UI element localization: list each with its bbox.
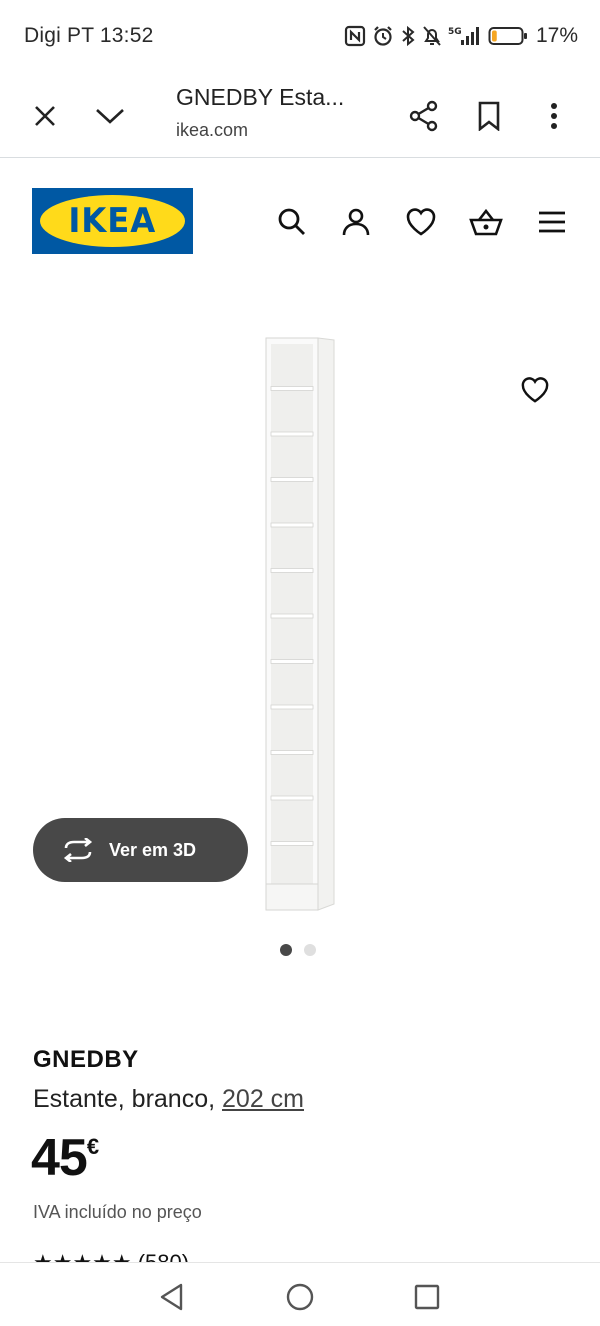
shelf (270, 841, 314, 846)
rotate-3d-icon (61, 838, 95, 862)
back-icon[interactable] (154, 1279, 190, 1315)
pagination-dot[interactable] (280, 944, 292, 956)
svg-text:5G: 5G (448, 27, 462, 37)
battery-icon (488, 25, 528, 47)
product-type: Estante, branco, (33, 1085, 223, 1113)
recents-icon[interactable] (409, 1279, 445, 1315)
view-3d-label: Ver em 3D (109, 839, 197, 860)
battery-percent: 17% (535, 24, 578, 47)
page-url[interactable]: ikea.com (176, 120, 248, 141)
page-title[interactable]: GNEDBY Esta... (176, 84, 344, 111)
alarm-icon (372, 25, 394, 47)
price-currency: € (86, 1134, 100, 1159)
shelf (270, 477, 314, 482)
profile-icon[interactable] (334, 200, 378, 244)
add-to-wishlist-icon[interactable] (513, 368, 557, 412)
signal-icon: 5G (448, 25, 482, 47)
shelf (270, 613, 314, 619)
product-image[interactable] (262, 336, 338, 912)
share-icon[interactable] (400, 92, 448, 140)
more-icon[interactable] (530, 92, 578, 140)
status-icons: 5G 17% (344, 24, 578, 48)
shelf (270, 704, 314, 710)
search-icon[interactable] (270, 200, 314, 244)
status-bar: Digi PT 13:52 5G 17% (0, 0, 600, 78)
size-link[interactable]: 202 cm (222, 1085, 304, 1113)
mute-icon (422, 25, 442, 47)
price-amount: 45 (31, 1129, 88, 1187)
home-icon[interactable] (282, 1279, 318, 1315)
shelf (270, 795, 314, 801)
vat-note: IVA incluído no preço (33, 1202, 202, 1222)
bookmark-icon[interactable] (465, 92, 513, 140)
shelf (270, 386, 314, 391)
ikea-logo[interactable]: IKEA (32, 188, 193, 254)
browser-toolbar: GNEDBY Esta... ikea.com (0, 78, 600, 158)
product-price: 45€ (31, 1128, 99, 1188)
shelf (270, 522, 314, 528)
close-icon[interactable] (21, 92, 69, 140)
bluetooth-icon (400, 25, 416, 47)
basket-icon[interactable] (464, 200, 508, 244)
product-description: Estante, branco, 202 cm (33, 1085, 304, 1114)
gallery-pagination (280, 944, 316, 956)
pagination-dot[interactable] (304, 944, 316, 956)
shelf (270, 659, 314, 664)
wishlist-icon[interactable] (399, 200, 443, 244)
menu-icon[interactable] (530, 200, 574, 244)
shelf (270, 431, 314, 437)
chevron-down-icon[interactable] (86, 92, 134, 140)
view-3d-button[interactable]: Ver em 3D (33, 818, 248, 882)
system-nav-bar (0, 1262, 600, 1326)
product-name[interactable]: GNEDBY (33, 1046, 139, 1074)
shelf (270, 568, 314, 573)
shelf (270, 750, 314, 755)
logo-text: IKEA (68, 201, 157, 241)
carrier-time: Digi PT 13:52 (24, 24, 154, 47)
nfc-icon (344, 25, 366, 47)
